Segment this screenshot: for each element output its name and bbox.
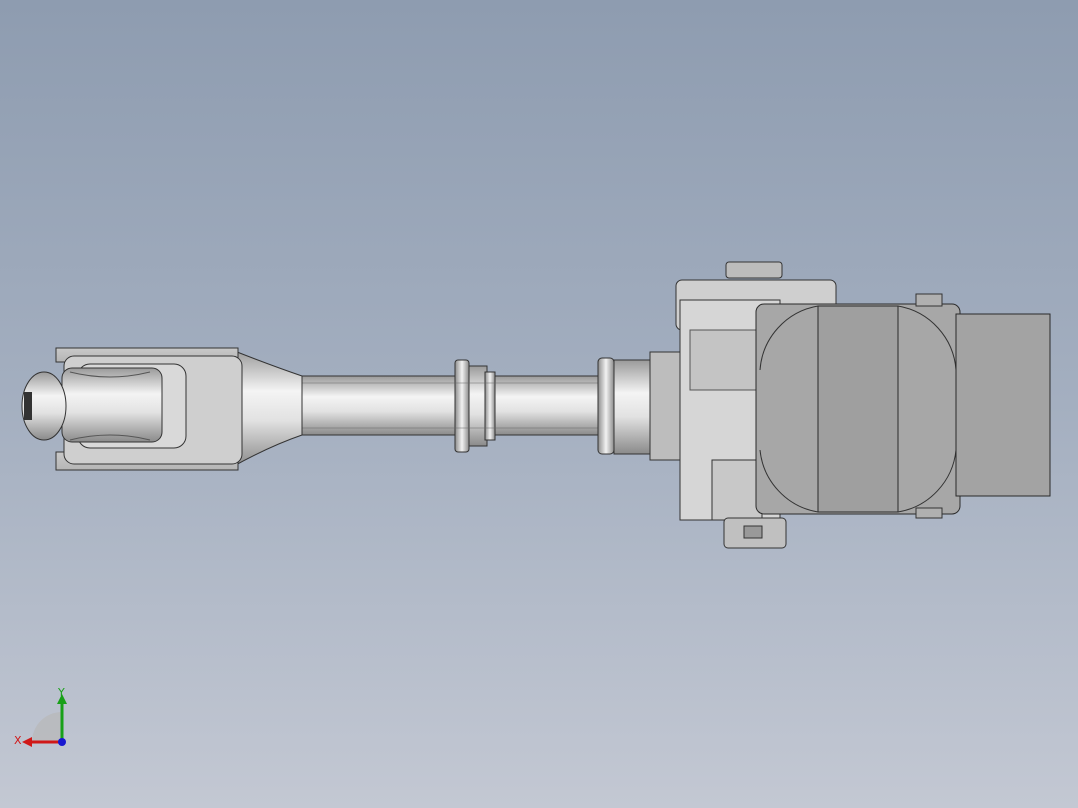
fork-yoke [21, 347, 303, 471]
triad-plane [32, 712, 62, 742]
robot-arm-model[interactable] [0, 0, 1078, 808]
x-axis-head [22, 737, 32, 747]
motor-block [755, 293, 1051, 519]
graphics-viewport[interactable]: Y X [0, 0, 1078, 808]
x-axis-label: X [14, 734, 22, 747]
z-axis-dot [58, 738, 66, 746]
joint-collar [597, 351, 686, 461]
main-shaft [299, 359, 605, 453]
y-axis-label: Y [57, 686, 65, 699]
axis-triad: Y X [14, 686, 67, 747]
